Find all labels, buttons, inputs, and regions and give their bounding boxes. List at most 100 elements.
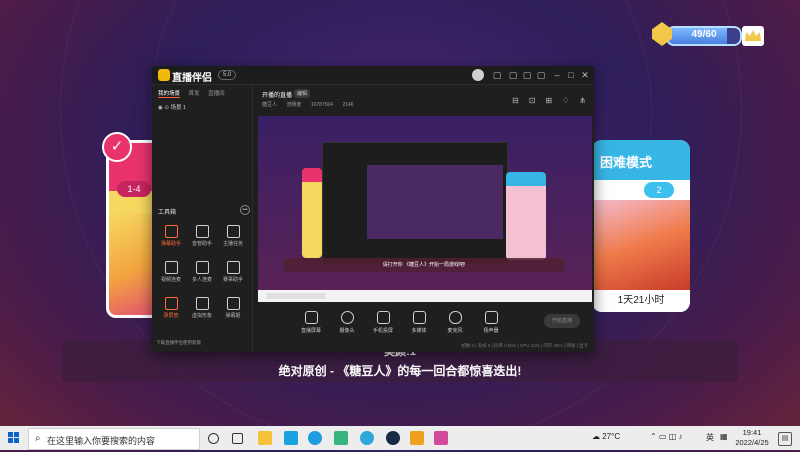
tab-first[interactable]: 首发 xyxy=(189,91,200,97)
clock[interactable]: 19:41 2022/4/25 xyxy=(734,428,770,448)
input-method-icon[interactable]: ▦ xyxy=(720,432,728,441)
title-bar: 直播伴侣 5.0 ▢ ▢ ▢ ▢ – □ ✕ xyxy=(152,66,594,85)
wechat-icon[interactable] xyxy=(334,431,348,445)
microphone-icon xyxy=(448,311,462,324)
maximize-icon[interactable]: □ xyxy=(566,70,576,80)
windows-start-icon[interactable] xyxy=(8,432,20,444)
chat-icon xyxy=(226,297,240,310)
live-meta: 糖豆人 流畅度 10787504 2146 xyxy=(262,101,362,108)
preview-banner: 请打开你 《糖豆人》开始一局游戏吧! xyxy=(284,258,564,272)
sidebar-footer[interactable]: 下载直播伴侣使用新版 xyxy=(156,340,201,346)
group-icon xyxy=(195,261,209,274)
header-actions: ⊟ ⊡ ⊞ ♢ ⋔ xyxy=(502,96,586,105)
task-view-icon[interactable] xyxy=(232,433,243,444)
phone-cast-button[interactable]: 手机投屏 xyxy=(368,311,398,334)
search-icon: ⌕ xyxy=(35,433,41,444)
notification-icon[interactable]: ▤ xyxy=(778,432,792,446)
room-id: 10787504 xyxy=(310,102,334,108)
danmu-ji-tool[interactable]: 弹幕姬 xyxy=(218,297,248,319)
share-icon[interactable]: ⋔ xyxy=(579,96,586,105)
banner-text: 绝对原创 - 《糖豆人》的每一回合都惊喜迭出! xyxy=(278,364,522,378)
sidebar: 我的场景 首发 直播间 ◉ ⊙ 场景 1 工具箱 ••• 弹幕助手 音管助手 主… xyxy=(152,85,253,352)
time-remaining: 1天21小时 xyxy=(592,290,690,312)
more-icon[interactable]: ••• xyxy=(240,205,250,215)
speaker-icon xyxy=(484,311,498,324)
game-taskbar-icon[interactable] xyxy=(434,431,448,445)
taskbar-search-input[interactable]: ⌕ 在这里输入你要搜索的内容 xyxy=(28,428,200,450)
avatar-icon xyxy=(195,297,209,310)
status-bar: 帧数 0 | 丢帧 0 | 码率 0 kb/s | CPU 12% | 内存 4… xyxy=(461,343,588,348)
version-badge: 5.0 xyxy=(218,70,237,80)
danmu-tool[interactable]: 弹幕助手 xyxy=(156,225,186,247)
level-progress: 49/60 xyxy=(652,22,742,46)
record-icon xyxy=(164,297,178,310)
mode-card-hard[interactable]: 困难模式 2 1天21小时 xyxy=(592,140,690,312)
card-title: 困难模式 xyxy=(600,155,653,170)
delete-icon[interactable]: ⊟ xyxy=(512,96,519,105)
preview-card xyxy=(506,172,546,260)
app-icon[interactable] xyxy=(284,431,298,445)
screen-capture-button[interactable]: 直播屏幕 xyxy=(296,311,326,334)
record-tool[interactable]: 录屏管 xyxy=(156,297,186,319)
start-live-button[interactable]: 开始直播 xyxy=(544,314,580,328)
ime-indicator[interactable]: 英 xyxy=(706,432,714,443)
quality: 流畅度 xyxy=(286,102,302,108)
sidebar-tabs: 我的场景 首发 直播间 xyxy=(158,89,232,98)
feedback-icon[interactable]: ▢ xyxy=(508,70,518,80)
monitor-icon xyxy=(304,311,318,324)
media-button[interactable]: 多媒体 xyxy=(404,311,434,334)
edit-button[interactable]: 编辑 xyxy=(294,89,311,98)
music-tool[interactable]: 音管助手 xyxy=(187,225,217,247)
task-icon xyxy=(226,225,240,238)
video-link-tool[interactable]: 视频连麦 xyxy=(156,261,186,283)
close-icon[interactable]: ✕ xyxy=(580,70,590,80)
camera-icon xyxy=(340,311,354,324)
task-tool[interactable]: 主播任务 xyxy=(218,225,248,247)
app-icon[interactable] xyxy=(360,431,374,445)
tab-room[interactable]: 直播间 xyxy=(208,91,225,97)
tab-scenes[interactable]: 我的场景 xyxy=(158,91,181,98)
toolbox-label: 工具箱 xyxy=(158,210,177,216)
streaming-app-window: 直播伴侣 5.0 ▢ ▢ ▢ ▢ – □ ✕ 我的场景 首发 直播间 ◉ ⊙ 场… xyxy=(152,66,594,352)
selected-check-icon: ✓ xyxy=(102,132,132,162)
media-icon xyxy=(412,311,426,324)
settings-icon[interactable]: ▢ xyxy=(522,70,532,80)
match-tool[interactable]: 赛事助手 xyxy=(218,261,248,283)
tray-icons[interactable]: ⌃ ▭ ◫ ♪ xyxy=(650,432,683,441)
viewer-count: 2146 xyxy=(342,102,354,108)
game-name[interactable]: 糖豆人 xyxy=(262,102,277,108)
taskbar: ⌕ 在这里输入你要搜索的内容 ☁ 27°C ⌃ ▭ ◫ ♪ 英 ▦ 19:41 … xyxy=(0,426,800,450)
minimize-icon[interactable]: – xyxy=(552,70,562,80)
player-count: 2 xyxy=(644,182,674,198)
source-toolbar: 直播屏幕 摄像头 手机投屏 多媒体 麦克风 扬声器 开始直播 xyxy=(254,307,594,341)
lock-icon[interactable]: ⊡ xyxy=(529,96,536,105)
music-icon xyxy=(195,225,209,238)
cortana-icon[interactable] xyxy=(208,433,219,444)
file-explorer-icon[interactable] xyxy=(258,431,272,445)
steam-icon[interactable] xyxy=(386,431,400,445)
scene-item[interactable]: ◉ ⊙ 场景 1 xyxy=(158,103,186,111)
streaming-app-taskbar-icon[interactable] xyxy=(410,431,424,445)
avatar-tool[interactable]: 虚拟形象 xyxy=(187,297,217,319)
preview-icon[interactable]: ⊞ xyxy=(545,96,552,105)
video-icon xyxy=(164,261,178,274)
preview-nested-window xyxy=(322,142,508,264)
bell-icon[interactable]: ♢ xyxy=(562,96,569,105)
microphone-button[interactable]: 麦克风 xyxy=(440,311,470,334)
danmu-icon xyxy=(164,225,178,238)
search-placeholder: 在这里输入你要搜索的内容 xyxy=(47,436,156,446)
avatar[interactable] xyxy=(472,69,484,81)
clock-date: 2022/4/25 xyxy=(735,438,769,447)
player-count: 1-4 xyxy=(117,181,151,197)
stream-preview[interactable]: 请打开你 《糖豆人》开始一局游戏吧! xyxy=(258,116,592,302)
preview-card xyxy=(302,168,322,258)
message-icon[interactable]: ▢ xyxy=(492,70,502,80)
phone-icon xyxy=(376,311,390,324)
main-panel: 开播的直播 编辑 糖豆人 流畅度 10787504 2146 ⊟ ⊡ ⊞ ♢ ⋔ 请打开… xyxy=(254,85,594,352)
speaker-button[interactable]: 扬声器 xyxy=(476,311,506,334)
menu-icon[interactable]: ▢ xyxy=(536,70,546,80)
weather-indicator[interactable]: ☁ 27°C xyxy=(592,432,620,441)
edge-icon[interactable] xyxy=(308,431,322,445)
multi-link-tool[interactable]: 多人连麦 xyxy=(187,261,217,283)
camera-button[interactable]: 摄像头 xyxy=(332,311,362,334)
